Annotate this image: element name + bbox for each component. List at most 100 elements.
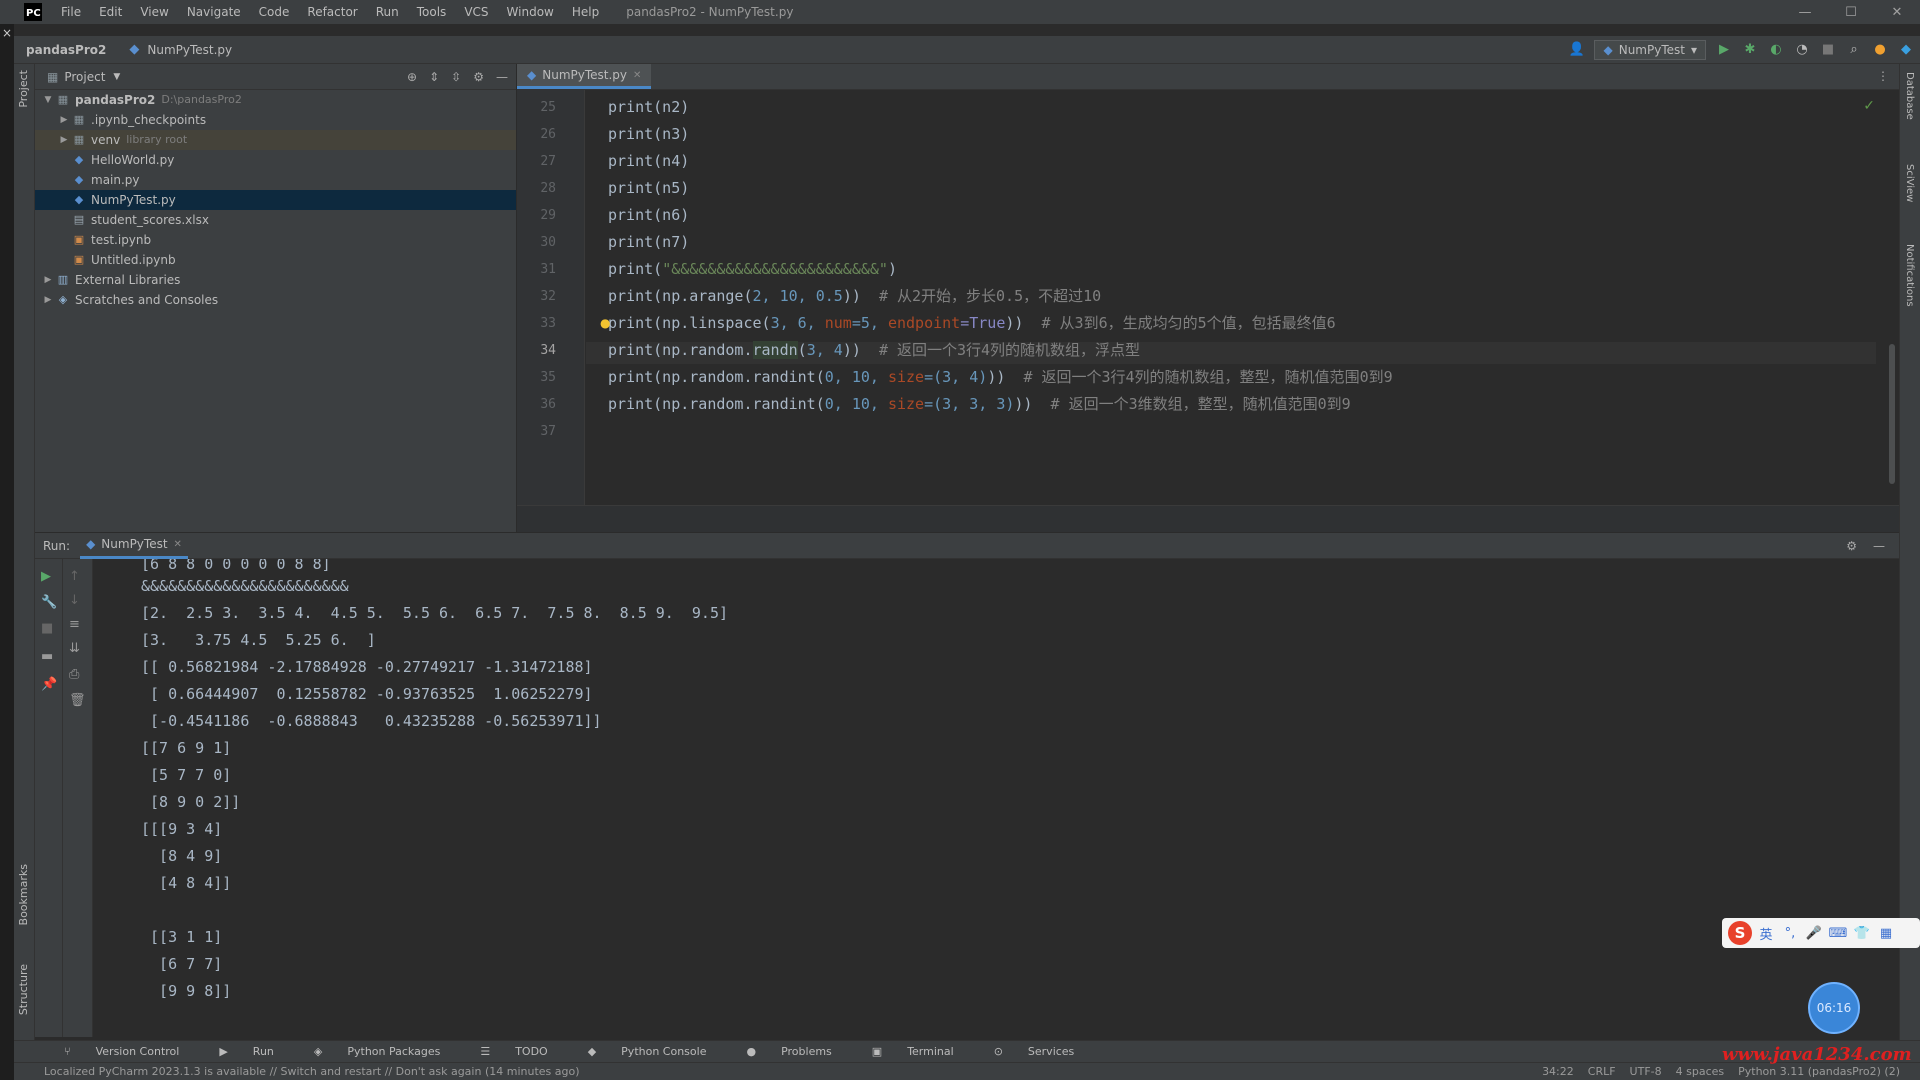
expand-all-icon[interactable]: ⇕ (429, 70, 439, 84)
gear-icon[interactable]: ⚙ (1846, 539, 1857, 553)
breadcrumb-file[interactable]: ◆ NumPyTest.py (116, 42, 242, 58)
menu-vcs[interactable]: VCS (455, 0, 497, 24)
cursor-position[interactable]: 34:22 (1542, 1065, 1574, 1078)
punctuation-icon[interactable]: °, (1780, 926, 1800, 941)
tree-item-external-libraries[interactable]: ▶ ▥ External Libraries (35, 270, 516, 290)
code-line-32[interactable]: print(np.arange(2, 10, 0.5)) # 从2开始，步长0.… (608, 285, 1101, 307)
toolwindow-services[interactable]: ⊙ Services (974, 1045, 1095, 1058)
notifications-tool-button[interactable]: Notifications (1904, 244, 1915, 307)
hide-icon[interactable]: — (496, 70, 508, 84)
toolwindow-terminal[interactable]: ▣ Terminal (852, 1045, 974, 1058)
arrow-down-icon[interactable]: ↓ (69, 593, 80, 608)
menu-code[interactable]: Code (250, 0, 299, 24)
bookmarks-tool-button[interactable]: Bookmarks (17, 864, 30, 925)
tree-item-scratches[interactable]: ▶ ◈ Scratches and Consoles (35, 290, 516, 310)
run-tab-numpytest[interactable]: ◆ NumPyTest ✕ (80, 533, 188, 559)
menu-navigate[interactable]: Navigate (178, 0, 250, 24)
trash-icon[interactable]: 🗑 (69, 693, 86, 708)
breadcrumb-project[interactable]: pandasPro2 (14, 43, 116, 57)
tree-item-main[interactable]: ◆ main.py (35, 170, 516, 190)
editor-scrollbar[interactable] (1889, 344, 1895, 484)
tree-item-root[interactable]: ▼ ▦ pandasPro2 D:\pandasPro2 (35, 90, 516, 110)
chevron-down-icon[interactable]: ▼ (113, 72, 120, 82)
pin-icon[interactable]: 📌 (41, 677, 57, 692)
coverage-icon[interactable]: ◐ (1768, 42, 1784, 58)
toolwindow-problems[interactable]: ● Problems (726, 1045, 851, 1058)
collapse-all-icon[interactable]: ⇳ (451, 70, 461, 84)
microphone-icon[interactable]: 🎤 (1804, 926, 1824, 941)
more-options-icon[interactable]: ⋮ (1877, 69, 1889, 83)
menu-tools[interactable]: Tools (408, 0, 456, 24)
menu-help[interactable]: Help (563, 0, 608, 24)
tree-item-helloworld[interactable]: ◆ HelloWorld.py (35, 150, 516, 170)
menu-run[interactable]: Run (367, 0, 408, 24)
toolwindow-python-console[interactable]: ◆ Python Console (568, 1045, 727, 1058)
code-line-34[interactable]: print(np.random.randn(3, 4)) # 返回一个3行4列的… (608, 339, 1140, 361)
skin-icon[interactable]: 👕 (1852, 926, 1872, 941)
code-line-28[interactable]: print(n5) (608, 177, 689, 199)
project-tool-button[interactable]: Project (17, 70, 30, 108)
project-panel-title[interactable]: Project (64, 70, 105, 84)
tree-item-ipynb-checkpoints[interactable]: ▶ ▦ .ipynb_checkpoints (35, 110, 516, 130)
menu-edit[interactable]: Edit (90, 0, 131, 24)
code-line-30[interactable]: print(n7) (608, 231, 689, 253)
rerun-icon[interactable]: ▶ (41, 569, 51, 584)
inspection-ok-icon[interactable]: ✓ (1863, 98, 1875, 114)
close-icon[interactable]: × (2, 26, 12, 40)
code-line-35[interactable]: print(np.random.randint(0, 10, size=(3, … (608, 366, 1393, 388)
stop-icon[interactable]: ■ (1820, 42, 1836, 58)
python-interpreter[interactable]: Python 3.11 (pandasPro2) (2) (1738, 1065, 1900, 1078)
menu-file[interactable]: File (52, 0, 90, 24)
locate-icon[interactable]: ⊕ (407, 70, 417, 84)
debug-icon[interactable]: ✱ (1742, 42, 1758, 58)
toolwindow-run[interactable]: ▶ Run (199, 1045, 294, 1058)
file-encoding[interactable]: UTF-8 (1630, 1065, 1662, 1078)
tree-item-student-scores[interactable]: ▤ student_scores.xlsx (35, 210, 516, 230)
tree-item-untitled-ipynb[interactable]: ▣ Untitled.ipynb (35, 250, 516, 270)
code-line-29[interactable]: print(n6) (608, 204, 689, 226)
close-tab-icon[interactable]: ✕ (633, 70, 641, 81)
code-line-27[interactable]: print(n4) (608, 150, 689, 172)
scroll-to-end-icon[interactable]: ⇊ (69, 641, 80, 656)
close-window-button[interactable]: ✕ (1874, 0, 1920, 24)
print-icon[interactable]: ⎙ (69, 667, 79, 682)
user-icon[interactable]: 👤 (1568, 42, 1584, 58)
menu-refactor[interactable]: Refactor (298, 0, 366, 24)
code-line-33[interactable]: print(np.linspace(3, 6, num=5, endpoint=… (608, 312, 1336, 334)
run-icon[interactable]: ▶ (1716, 42, 1732, 58)
structure-tool-button[interactable]: Structure (17, 964, 30, 1015)
status-message[interactable]: Localized PyCharm 2023.1.3 is available … (14, 1065, 580, 1078)
line-separator[interactable]: CRLF (1588, 1065, 1616, 1078)
code-area[interactable]: print(n2) print(n3) print(n4) print(n5) … (586, 90, 1876, 505)
profile-icon[interactable]: ◔ (1794, 42, 1810, 58)
code-line-25[interactable]: print(n2) (608, 96, 689, 118)
update-icon[interactable]: ● (1872, 42, 1888, 58)
ime-logo[interactable]: S (1728, 921, 1752, 945)
toolwindow-python-packages[interactable]: ◈ Python Packages (294, 1045, 460, 1058)
search-icon[interactable]: ⌕ (1846, 42, 1862, 58)
close-tab-icon[interactable]: ✕ (174, 539, 182, 550)
intention-bulb-icon[interactable]: ● (600, 316, 610, 330)
plugin-icon[interactable]: ◆ (1898, 42, 1914, 58)
code-line-26[interactable]: print(n3) (608, 123, 689, 145)
grid-icon[interactable]: ▦ (1876, 926, 1896, 941)
menu-window[interactable]: Window (498, 0, 563, 24)
hide-icon[interactable]: — (1873, 539, 1885, 553)
console-output[interactable]: [6 8 8 0 0 0 0 0 8 8] &&&&&&&&&&&&&&&&&&… (107, 559, 1887, 1037)
ime-language-toggle[interactable]: 英 (1756, 924, 1776, 943)
toolwindow-version-control[interactable]: ⑂ Version Control (44, 1045, 199, 1058)
tab-numpytest[interactable]: ◆ NumPyTest.py ✕ (517, 64, 652, 89)
run-configuration-select[interactable]: ◆ NumPyTest ▾ (1594, 39, 1706, 60)
layout-icon[interactable]: ▬ (41, 649, 53, 664)
arrow-up-icon[interactable]: ↑ (69, 569, 80, 584)
minimize-button[interactable]: — (1782, 0, 1828, 24)
wrench-icon[interactable]: 🔧 (41, 595, 57, 610)
gear-icon[interactable]: ⚙ (473, 70, 484, 84)
keyboard-icon[interactable]: ⌨ (1828, 926, 1848, 941)
code-line-36[interactable]: print(np.random.randint(0, 10, size=(3, … (608, 393, 1351, 415)
menu-view[interactable]: View (131, 0, 177, 24)
database-tool-button[interactable]: Database (1904, 72, 1915, 120)
tree-item-test-ipynb[interactable]: ▣ test.ipynb (35, 230, 516, 250)
stop-icon[interactable]: ■ (41, 621, 53, 636)
soft-wrap-icon[interactable]: ≡ (69, 617, 80, 632)
